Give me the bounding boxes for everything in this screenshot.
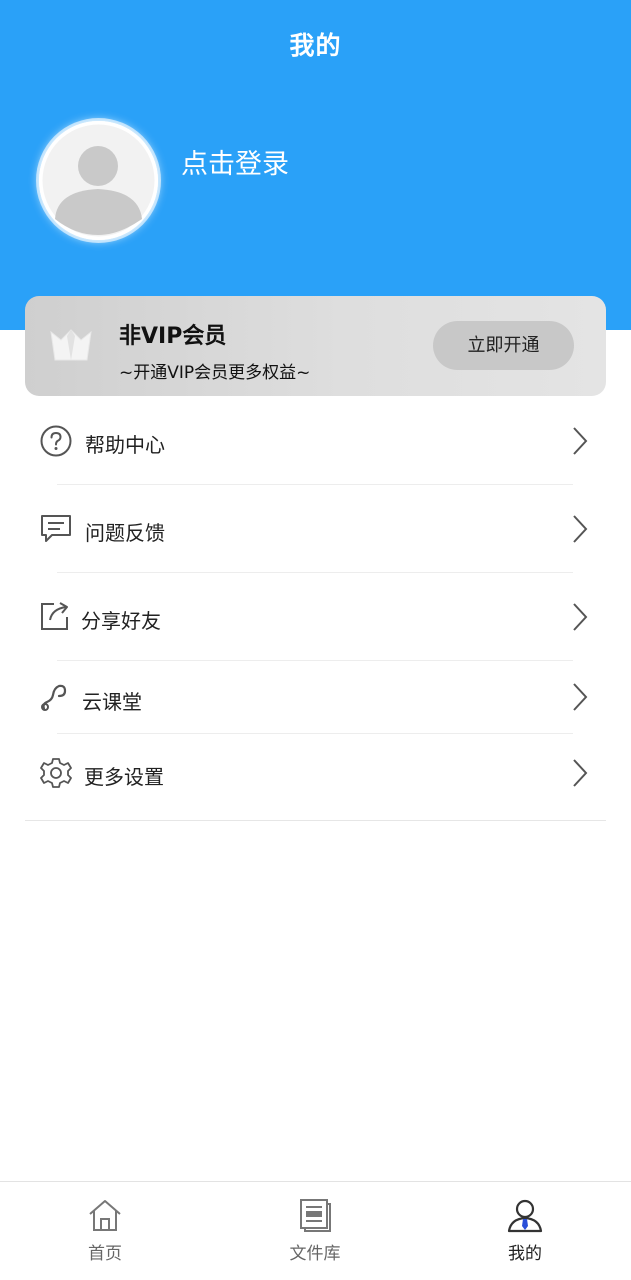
login-link[interactable]: 点击登录 [181,142,289,181]
menu-item-more-settings[interactable]: 更多设置 [0,733,631,820]
vip-status-title: 非VIP会员 [119,324,227,349]
menu-item-cloud-classroom[interactable]: 云课堂 [0,660,631,734]
menu-label-cloud-classroom: 云课堂 [82,690,142,714]
message-icon [41,515,71,542]
chevron-right-icon [573,759,588,787]
gear-icon [40,758,72,788]
share-icon [41,602,68,630]
tab-label-file-library: 文件库 [289,1244,341,1264]
tab-label-home: 首页 [88,1244,122,1264]
crown-icon [50,329,92,361]
menu-label-more-settings: 更多设置 [84,765,164,789]
menu-item-feedback[interactable]: 问题反馈 [0,484,631,573]
tab-mine[interactable]: 我的 [465,1182,585,1280]
bottom-tab-bar: 首页 文件库 我的 [0,1181,631,1280]
profile-header: 我的 点击登录 [0,0,631,330]
user-avatar-placeholder-icon [39,121,158,240]
page-title: 我的 [289,31,342,60]
link-icon [41,684,67,711]
menu-label-feedback: 问题反馈 [85,521,165,545]
chevron-right-icon [573,603,588,631]
vip-card[interactable]: 非VIP会员 ~开通VIP会员更多权益~ 立即开通 [25,296,606,396]
menu-item-help-center[interactable]: 帮助中心 [0,396,631,485]
tab-label-mine: 我的 [508,1244,542,1264]
menu-label-help-center: 帮助中心 [85,433,165,457]
open-vip-button[interactable]: 立即开通 [433,321,574,370]
help-circle-icon [40,425,72,457]
chevron-right-icon [573,515,588,543]
chevron-right-icon [573,683,588,711]
home-icon [89,1200,121,1231]
menu-item-share-friends[interactable]: 分享好友 [0,572,631,661]
chevron-right-icon [573,427,588,455]
user-icon [507,1199,543,1233]
avatar[interactable] [39,121,158,240]
tab-home[interactable]: 首页 [45,1182,165,1280]
vip-subtitle: ~开通VIP会员更多权益~ [119,363,311,383]
menu-bottom-divider [25,820,606,821]
document-icon [300,1199,331,1232]
menu-label-share-friends: 分享好友 [81,609,161,633]
tab-file-library[interactable]: 文件库 [255,1182,375,1280]
